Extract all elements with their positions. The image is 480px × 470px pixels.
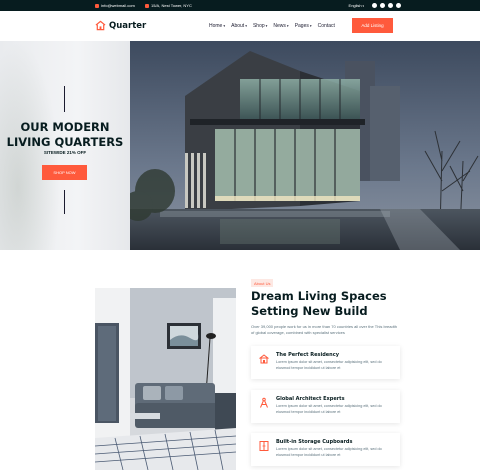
compass-icon (260, 397, 268, 408)
chevron-down-icon: ▾ (361, 4, 364, 8)
hero-subtitle: SITEWIDE 21% OFF (43, 150, 87, 155)
about-interior-image (95, 288, 236, 470)
location-icon (145, 3, 149, 8)
feature-card-storage: Built-in Storage Cupboards Lorem ipsum d… (251, 433, 400, 466)
instagram-icon[interactable] (388, 2, 393, 8)
nav-contact[interactable]: Contact (318, 23, 335, 29)
nav-shop[interactable]: Shop▾ (253, 23, 267, 29)
twitter-icon[interactable] (380, 2, 385, 8)
feature-card-architect: Global Architect Experts Lorem ipsum dol… (251, 390, 400, 423)
nav-news-label[interactable]: News (273, 23, 286, 29)
nav-about-label[interactable]: About (231, 23, 244, 29)
language-select[interactable]: English ▾ (349, 3, 364, 8)
caret-down-icon: ▾ (223, 24, 226, 28)
feature-description: Lorem ipsum dolor sit amet, consectetur … (276, 447, 382, 457)
language-label[interactable]: English (349, 3, 362, 8)
nav-news[interactable]: News▾ (273, 23, 288, 29)
hero-title-line2: LIVING QUARTERS (6, 135, 124, 149)
hero-title: OUR MODERN LIVING QUARTERS (0, 120, 130, 150)
nav-about[interactable]: About▾ (231, 23, 247, 29)
feature-title: Global Architect Experts (276, 396, 345, 402)
house-logo-icon (95, 20, 106, 31)
nav-contact-label[interactable]: Contact (318, 23, 335, 29)
brand-name[interactable]: Quarter (109, 21, 146, 31)
about-title-line1: Dream Living Spaces (251, 289, 387, 303)
add-listing-button[interactable]: Add Listing (352, 18, 393, 33)
nav-pages[interactable]: Pages▾ (295, 23, 312, 29)
nav-pages-label[interactable]: Pages (295, 23, 309, 29)
dribbble-icon[interactable] (396, 2, 401, 8)
house-icon (259, 354, 269, 364)
main-header: Quarter Home▾ About▾ Shop▾ News▾ Pages▾ … (0, 11, 480, 41)
main-nav: Home▾ About▾ Shop▾ News▾ Pages▾ Contact (209, 23, 341, 29)
shop-now-button[interactable]: SHOP NOW (42, 165, 87, 180)
hero-title-line1: OUR MODERN (20, 120, 110, 134)
feature-title: The Perfect Residency (276, 352, 339, 358)
living-room-illustration (95, 288, 236, 470)
social-links (372, 2, 401, 8)
caret-down-icon: ▾ (245, 24, 247, 28)
email-contact[interactable]: info@webmail.com (95, 3, 135, 8)
brand-logo[interactable]: Quarter (95, 20, 146, 31)
nav-home[interactable]: Home▾ (209, 23, 225, 29)
feature-description: Lorem ipsum dolor sit amet, consectetur … (276, 404, 382, 414)
cupboard-icon (259, 441, 269, 451)
nav-shop-label[interactable]: Shop (253, 23, 265, 29)
mail-icon (95, 3, 99, 8)
nav-home-label[interactable]: Home (209, 23, 222, 29)
hero-building-image (130, 41, 480, 250)
facebook-icon[interactable] (372, 2, 377, 8)
address-contact: 15/A, Nest Tower, NYC (145, 3, 192, 8)
caret-down-icon: ▾ (286, 24, 289, 28)
feature-title: Built-in Storage Cupboards (276, 439, 353, 445)
about-title-line2: Setting New Build (251, 304, 368, 318)
feature-card-residency: The Perfect Residency Lorem ipsum dolor … (251, 346, 400, 379)
caret-down-icon: ▾ (265, 24, 268, 28)
top-bar: info@webmail.com 15/A, Nest Tower, NYC E… (0, 0, 480, 11)
address-text: 15/A, Nest Tower, NYC (151, 3, 192, 8)
hero-divider-top (64, 86, 65, 112)
building-illustration (130, 41, 480, 250)
caret-down-icon: ▾ (309, 24, 312, 28)
hero-divider-bottom (64, 190, 65, 214)
about-description: Over 39,000 people work for us in more t… (251, 324, 398, 335)
about-title: Dream Living Spaces Setting New Build (251, 289, 451, 319)
feature-description: Lorem ipsum dolor sit amet, consectetur … (276, 360, 382, 370)
email-text[interactable]: info@webmail.com (101, 3, 135, 8)
about-us-tag: About Us (251, 279, 274, 287)
